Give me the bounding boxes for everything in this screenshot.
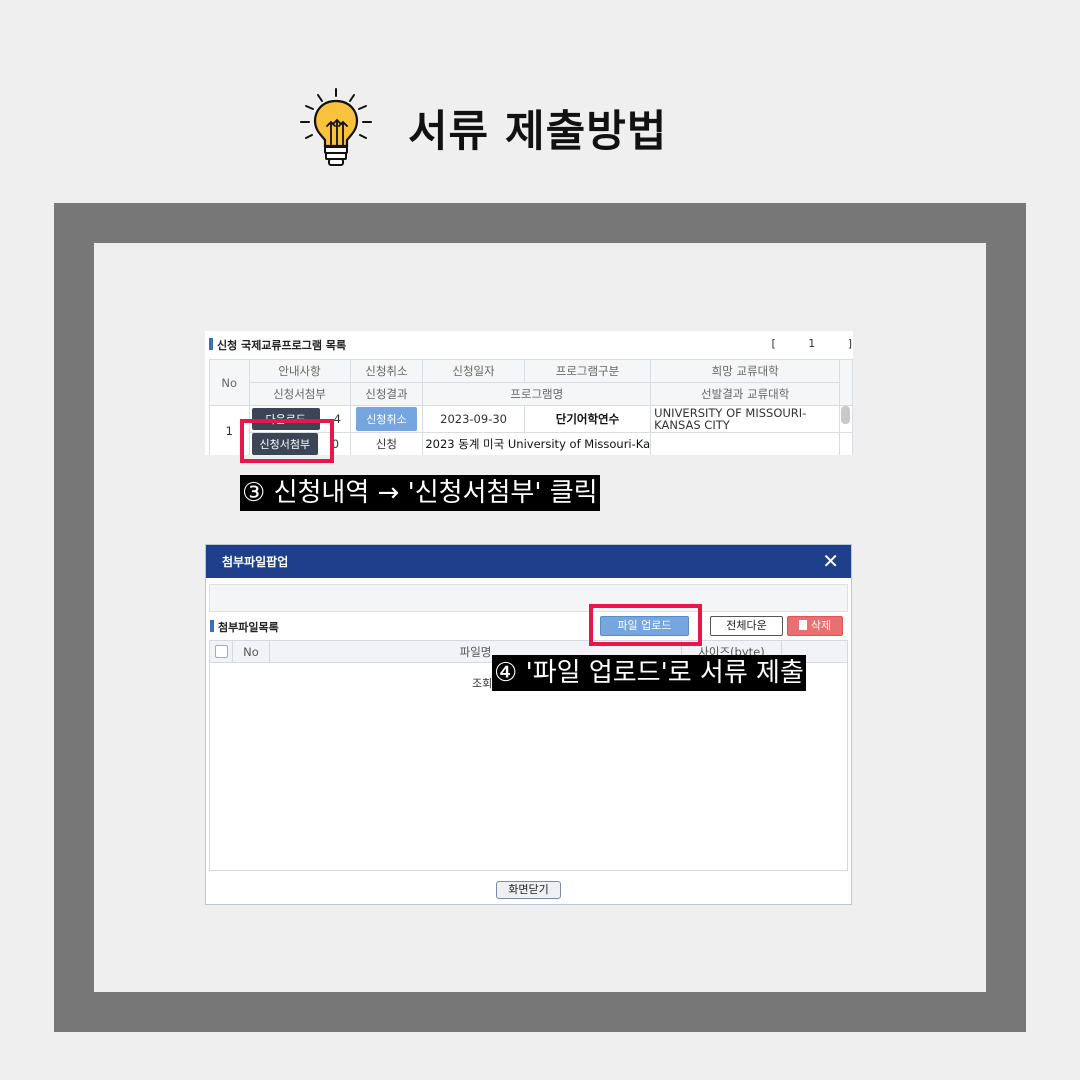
application-date: 2023-09-30 [422,405,525,433]
cell-scrollbar[interactable] [841,406,850,424]
delete-button-label: 삭제 [810,619,832,632]
column-header-date: 신청일자 [422,359,525,383]
step3-caption: ③ 신청내역 → '신청서첨부' 클릭 [240,475,600,511]
column-header-program-name: 프로그램명 [422,382,652,406]
pager-open-bracket: [ [771,337,777,350]
select-all-cell [210,641,233,663]
column-header-program-type: 프로그램구분 [523,359,652,383]
empty-list-message: 조회 [472,677,493,690]
column-header-no: No [209,359,250,406]
header-spacer [839,359,853,406]
column-header-notice: 안내사항 [248,359,351,383]
column-header-cancel: 신청취소 [349,359,424,383]
select-all-checkbox[interactable] [215,645,228,658]
row-scroll-cell-2 [839,432,853,455]
lightbulb-icon [300,88,372,166]
close-icon[interactable]: ✕ [822,551,839,571]
column-header-no: No [233,641,270,663]
column-header-desired-university: 희망 교류대학 [650,359,841,383]
attach-button-highlight [240,419,334,463]
desired-university: UNIVERSITY OF MISSOURI-KANSAS CITY [650,405,841,433]
program-type: 단기어학연수 [523,405,652,433]
pager-page-number[interactable]: 1 [808,337,816,350]
application-result: 신청 [349,432,424,455]
popup-title-bar [206,545,851,578]
cancel-application-button[interactable]: 신청취소 [356,407,417,431]
popup-info-band [209,584,848,612]
close-screen-button[interactable]: 화면닫기 [496,881,561,899]
program-name: 2023 동계 미국 University of Missouri-Ka [422,432,652,455]
column-header-attach: 신청서첨부 [248,382,351,406]
notice-count: 4 [333,412,341,426]
attachment-list-title: 첨부파일목록 [210,619,279,635]
pager-close-bracket: ] [847,337,853,350]
step4-caption: ④ '파일 업로드'로 서류 제출 [492,655,806,691]
delete-button[interactable]: 삭제 [787,616,843,636]
column-header-result: 신청결과 [349,382,424,406]
pager: [ 1 ] [771,337,853,350]
popup-title: 첨부파일팝업 [222,555,289,569]
document-icon [798,620,807,630]
download-all-button[interactable]: 전체다운 [710,616,783,636]
application-list-title: 신청 국제교류프로그램 목록 [209,337,346,353]
column-header-selected-university: 선발결과 교류대학 [650,382,841,406]
page-title: 서류 제출방법 [408,107,668,157]
attachment-popup-screenshot: 첨부파일팝업 ✕ 첨부파일목록 파일 업로드 전체다운 삭제 No 파일명 사이… [205,544,852,905]
upload-button-highlight [589,604,702,646]
selected-university [650,432,841,455]
